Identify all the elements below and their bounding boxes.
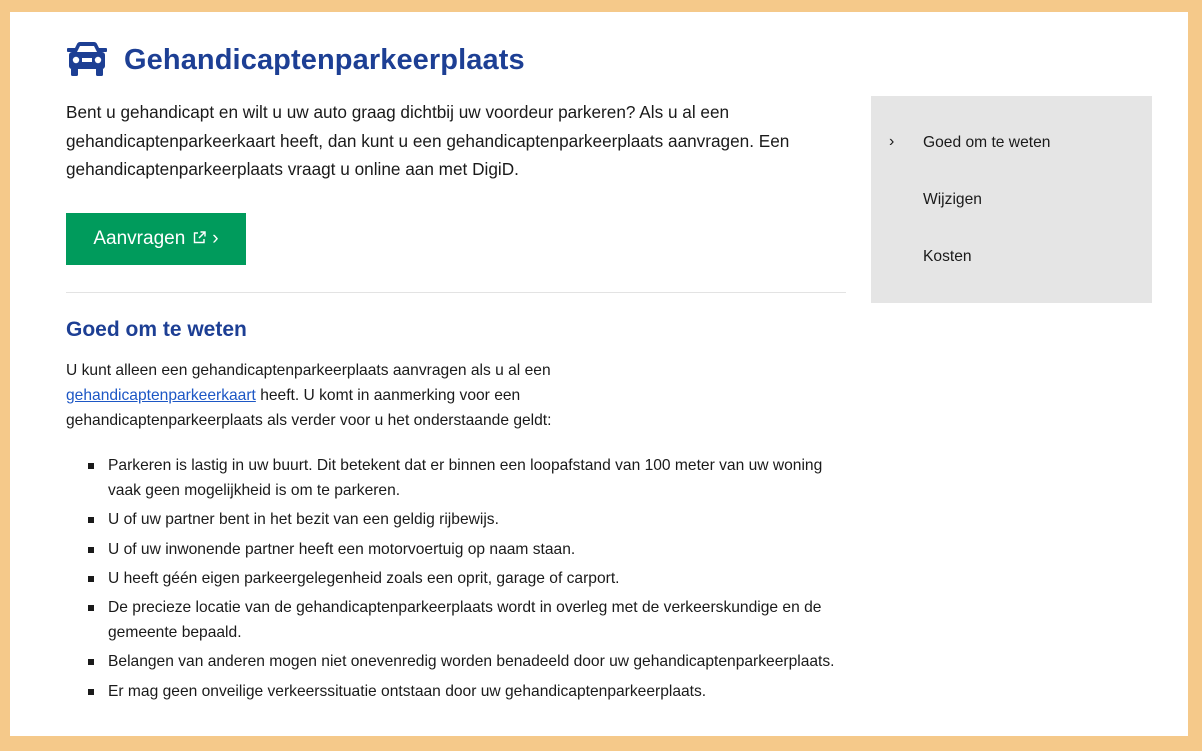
title-row: Gehandicaptenparkeerplaats <box>66 42 525 78</box>
list-item: De precieze locatie van de gehandicapten… <box>66 595 836 645</box>
list-item: U of uw inwonende partner heeft een moto… <box>66 537 836 562</box>
divider <box>66 292 846 293</box>
list-item: U of uw partner bent in het bezit van ee… <box>66 507 836 532</box>
list-item: Er mag geen onveilige verkeerssituatie o… <box>66 679 836 704</box>
aanvragen-button-label: Aanvragen <box>93 228 186 249</box>
aanvragen-button[interactable]: Aanvragen › <box>66 213 246 265</box>
section-title: Goed om te weten <box>66 318 247 341</box>
external-link-icon <box>193 231 206 247</box>
sidenav-item-wijzigen[interactable]: Wijzigen <box>871 187 1152 244</box>
gehandicaptenparkeerkaart-link[interactable]: gehandicaptenparkeerkaart <box>66 387 256 404</box>
sidenav-item-label: Kosten <box>923 248 972 265</box>
sidenav-item-label: Wijzigen <box>923 191 982 208</box>
list-item: U heeft géén eigen parkeergelegenheid zo… <box>66 566 836 591</box>
side-navigation: › Goed om te weten Wijzigen Kosten <box>871 96 1152 303</box>
chevron-right-icon: › <box>889 133 895 150</box>
list-item: Belangen van anderen mogen niet onevenre… <box>66 649 836 674</box>
car-icon <box>66 42 108 78</box>
sidenav-item-goed-om-te-weten[interactable]: › Goed om te weten <box>871 130 1152 187</box>
requirements-list: Parkeren is lastig in uw buurt. Dit bete… <box>66 453 836 708</box>
section-body: U kunt alleen een gehandicaptenparkeerpl… <box>66 358 666 433</box>
section-body-text-1: U kunt alleen een gehandicaptenparkeerpl… <box>66 362 551 379</box>
page-title: Gehandicaptenparkeerplaats <box>124 43 525 76</box>
chevron-right-icon: › <box>212 228 219 249</box>
sidenav-item-kosten[interactable]: Kosten <box>871 244 1152 301</box>
sidenav-item-label: Goed om te weten <box>923 134 1051 151</box>
list-item: Parkeren is lastig in uw buurt. Dit bete… <box>66 453 836 503</box>
content-frame: Gehandicaptenparkeerplaats Bent u gehand… <box>10 12 1188 736</box>
intro-text: Bent u gehandicapt en wilt u uw auto gra… <box>66 102 790 179</box>
